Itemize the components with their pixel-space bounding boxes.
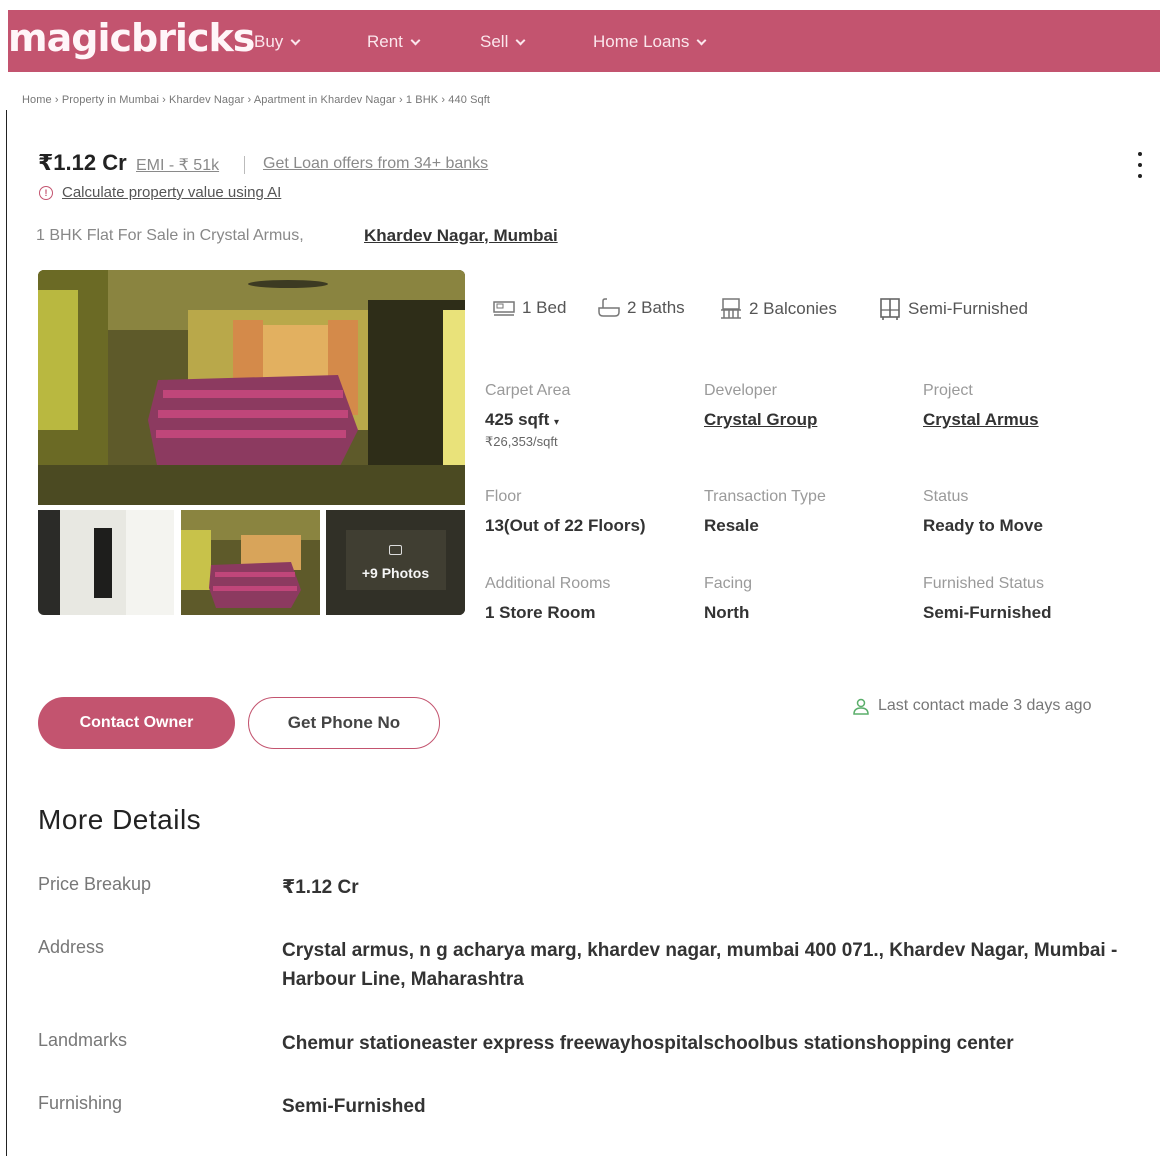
floor-label: Floor	[485, 488, 522, 505]
balcony-label: 2 Balconies	[749, 299, 837, 318]
nav-sell-label: Sell	[480, 32, 509, 51]
developer-link[interactable]: Crystal Group	[704, 410, 817, 430]
price-per-sqft: ₹26,353/sqft	[485, 434, 558, 449]
bed-icon	[493, 301, 515, 316]
bedroom-photo-image	[181, 510, 320, 615]
furnished-status-value: Semi-Furnished	[923, 603, 1052, 622]
page-left-border	[6, 110, 7, 1156]
additional-rooms-value: 1 Store Room	[485, 603, 596, 622]
address-value: Crystal armus, n g acharya marg, khardev…	[282, 940, 1118, 990]
nav-rent[interactable]: Rent	[367, 32, 421, 52]
furnishing-label: Semi-Furnished	[908, 299, 1028, 318]
furnished-status-label: Furnished Status	[923, 575, 1044, 592]
balcony-icon	[721, 298, 741, 319]
transaction-type-label: Transaction Type	[704, 488, 826, 505]
balcony-count: 2 Balconies	[719, 298, 837, 320]
page-top-margin	[0, 0, 1160, 8]
calculate-value-link[interactable]: Calculate property value using AI	[62, 184, 281, 201]
bed-count: 1 Bed	[492, 298, 566, 318]
landmarks-label: Landmarks	[38, 1030, 128, 1050]
developer-label: Developer	[704, 382, 777, 399]
chevron-down-icon	[290, 35, 301, 45]
furnishing-info: Semi-Furnished	[878, 298, 1028, 320]
nav-rent-label: Rent	[367, 32, 403, 51]
status-label: Status	[923, 488, 969, 505]
more-options-icon[interactable]	[1130, 150, 1150, 180]
furnishing-detail-value: Semi-Furnished	[282, 1096, 426, 1117]
price-breakup-value: ₹1.12 Cr	[282, 877, 359, 898]
more-photos-tile[interactable]: +9 Photos	[326, 510, 465, 615]
chevron-down-icon	[515, 35, 526, 45]
listing-price: ₹1.12 Cr	[38, 150, 127, 175]
carpet-area-value[interactable]: 425 sqft ▾	[485, 410, 559, 430]
divider	[244, 156, 245, 174]
bath-icon	[598, 298, 620, 317]
bath-count: 2 Baths	[597, 298, 685, 318]
nav-buy[interactable]: Buy	[254, 32, 301, 52]
contact-owner-button[interactable]: Contact Owner	[38, 697, 235, 749]
last-contact-info: Last contact made 3 days ago	[852, 697, 1091, 715]
top-navigation-bar: magicbricks Buy Rent Sell Home Loans	[8, 10, 1160, 72]
chevron-down-icon	[410, 35, 421, 45]
room-photo-image	[38, 510, 174, 615]
transaction-type-value: Resale	[704, 516, 759, 535]
nav-home-loans[interactable]: Home Loans	[593, 32, 707, 52]
furnishing-detail-label: Furnishing	[38, 1093, 123, 1113]
get-phone-button[interactable]: Get Phone No	[248, 697, 440, 749]
main-property-photo[interactable]	[38, 270, 465, 505]
project-link[interactable]: Crystal Armus	[923, 410, 1039, 430]
carpet-area-text: 425 sqft	[485, 410, 550, 429]
price-breakup-label: Price Breakup	[38, 874, 152, 894]
carpet-area-label: Carpet Area	[485, 382, 571, 399]
photos-overlay: +9 Photos	[326, 510, 465, 615]
bath-label: 2 Baths	[627, 298, 685, 317]
photo-thumbnail[interactable]	[181, 510, 320, 615]
last-contact-text: Last contact made 3 days ago	[878, 697, 1092, 714]
listing-subtitle: 1 BHK Flat For Sale in Crystal Armus,	[36, 227, 304, 244]
bedroom-photo-image	[38, 270, 465, 505]
wardrobe-icon	[880, 298, 900, 320]
bed-label: 1 Bed	[522, 298, 567, 317]
more-details-heading: More Details	[38, 804, 202, 835]
breadcrumb[interactable]: Home › Property in Mumbai › Khardev Naga…	[22, 94, 490, 106]
floor-value: 13(Out of 22 Floors)	[485, 516, 646, 535]
nav-home-loans-label: Home Loans	[593, 32, 690, 51]
location-link[interactable]: Khardev Nagar, Mumbai	[364, 226, 558, 246]
unit-dropdown-icon[interactable]: ▾	[554, 417, 559, 428]
status-value: Ready to Move	[923, 516, 1043, 535]
facing-label: Facing	[704, 575, 753, 592]
address-label: Address	[38, 937, 105, 957]
emi-link[interactable]: EMI - ₹ 51k	[136, 155, 219, 175]
photo-thumbnail[interactable]	[38, 510, 174, 615]
additional-rooms-label: Additional Rooms	[485, 575, 611, 592]
project-label: Project	[923, 382, 973, 399]
chevron-down-icon	[696, 35, 707, 45]
nav-sell[interactable]: Sell	[480, 32, 526, 52]
landmarks-value: Chemur stationeaster express freewayhosp…	[282, 1033, 1014, 1054]
loan-offers-link[interactable]: Get Loan offers from 34+ banks	[263, 155, 488, 173]
more-photos-label: +9 Photos	[361, 564, 430, 581]
ai-calculator-icon: !	[39, 186, 53, 200]
user-icon	[853, 698, 869, 715]
magicbricks-logo[interactable]: magicbricks	[8, 16, 255, 60]
nav-buy-label: Buy	[254, 32, 284, 51]
camera-icon	[389, 544, 402, 555]
facing-value: North	[704, 603, 750, 622]
